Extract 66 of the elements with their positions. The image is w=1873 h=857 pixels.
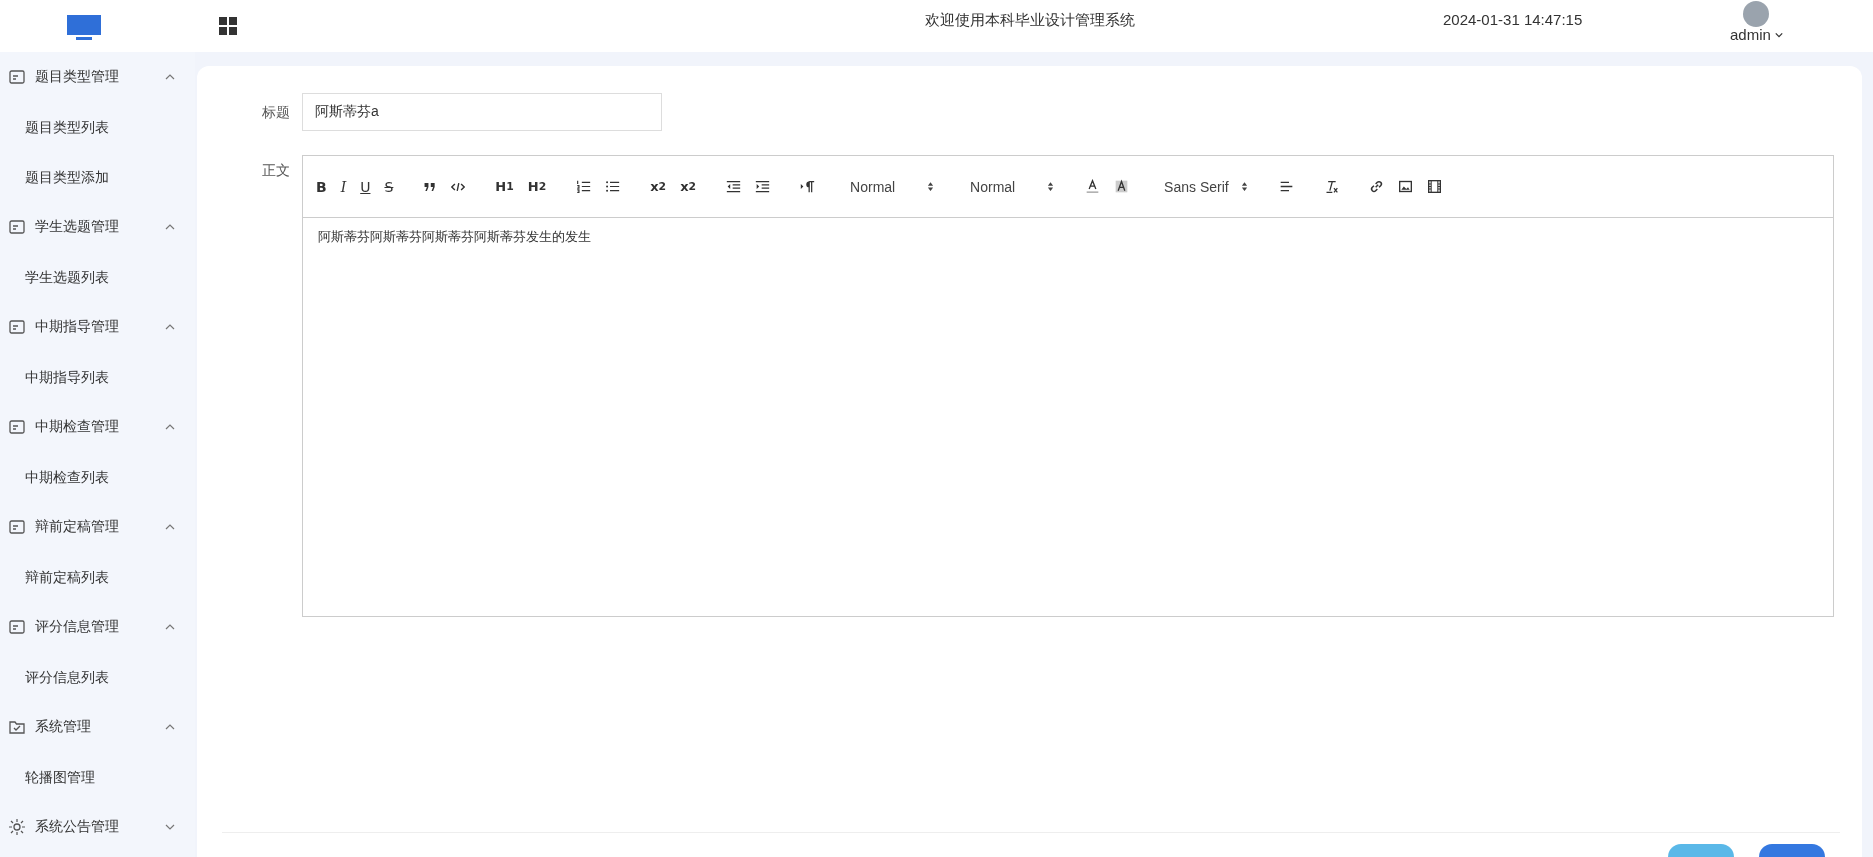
sidebar-item[interactable]: 评分信息列表 bbox=[0, 652, 195, 702]
underline-button[interactable]: U bbox=[357, 176, 374, 197]
strike-button[interactable]: S bbox=[381, 176, 397, 197]
chevron-icon bbox=[165, 824, 175, 830]
film-icon bbox=[1427, 179, 1443, 194]
format-select[interactable]: Sans Serif bbox=[1156, 178, 1253, 195]
text-direction-icon bbox=[800, 179, 816, 194]
highlight-icon bbox=[1114, 179, 1130, 194]
chevron-icon bbox=[165, 74, 175, 80]
title-input[interactable]: 阿斯蒂芬a bbox=[302, 93, 662, 131]
chevron-icon bbox=[165, 224, 175, 230]
chevron-icon bbox=[165, 624, 175, 630]
chevron-icon bbox=[165, 324, 175, 330]
field-label: 正文 bbox=[261, 161, 291, 180]
link-icon bbox=[1369, 179, 1385, 194]
field-label: 标题 bbox=[261, 103, 291, 122]
sidebar-item[interactable]: 题目类型列表 bbox=[0, 102, 195, 152]
image-icon bbox=[1398, 179, 1414, 194]
caret-icon bbox=[1774, 31, 1783, 38]
sidebar-item[interactable]: 辩前定稿列表 bbox=[0, 552, 195, 602]
sidebar-group-header[interactable]: 学生选题管理 bbox=[0, 202, 195, 252]
chevron-icon bbox=[165, 724, 175, 730]
format-select[interactable]: Normal bbox=[962, 178, 1059, 195]
sidebar-item[interactable]: 中期检查列表 bbox=[0, 452, 195, 502]
body-paragraph: 阿斯蒂芬阿斯蒂芬阿斯蒂芬阿斯蒂芬发生的发生 bbox=[318, 228, 592, 246]
bold-button[interactable]: B bbox=[313, 176, 330, 197]
italic-button[interactable]: I bbox=[337, 176, 350, 197]
card-icon bbox=[9, 420, 25, 434]
sidebar-item[interactable]: 题目类型添加 bbox=[0, 152, 195, 202]
card-icon bbox=[9, 520, 25, 534]
sidebar-group-header[interactable]: 辩前定稿管理 bbox=[0, 502, 195, 552]
card-icon bbox=[9, 220, 25, 234]
sidebar-group-header[interactable]: 系统管理 bbox=[0, 702, 195, 752]
card-icon bbox=[9, 620, 25, 634]
outdent-icon bbox=[726, 179, 742, 194]
avatar-icon[interactable] bbox=[1742, 0, 1771, 28]
sidebar-group-header[interactable]: 题目类型管理 bbox=[0, 52, 195, 102]
system-title: 欢迎使用本科毕业设计管理系统 bbox=[925, 11, 1135, 30]
sidebar-item[interactable]: 中期指导列表 bbox=[0, 352, 195, 402]
grid-menu-icon[interactable] bbox=[218, 16, 238, 36]
clear-format-icon bbox=[1324, 179, 1340, 194]
sun-icon bbox=[9, 819, 25, 835]
primary-action-button[interactable] bbox=[1759, 844, 1825, 857]
indent-icon bbox=[755, 179, 771, 194]
sort-icon bbox=[927, 181, 935, 192]
sidebar-group-header[interactable]: 中期指导管理 bbox=[0, 302, 195, 352]
card-icon bbox=[9, 70, 25, 84]
sort-icon bbox=[1047, 181, 1055, 192]
datetime: 2024-01-31 14:47:15 bbox=[1443, 11, 1583, 28]
user-menu[interactable]: admin bbox=[1730, 26, 1783, 43]
sidebar-item[interactable]: 轮播图管理 bbox=[0, 752, 195, 802]
sidebar-item[interactable]: 学生选题列表 bbox=[0, 252, 195, 302]
numbered-list-icon bbox=[576, 179, 592, 194]
sidebar-group-header[interactable]: 系统公告管理 bbox=[0, 802, 195, 852]
sidebar-group-header[interactable]: 中期检查管理 bbox=[0, 402, 195, 452]
sidebar-group-header[interactable]: 评分信息管理 bbox=[0, 602, 195, 652]
chevron-icon bbox=[165, 524, 175, 530]
sort-icon bbox=[1241, 181, 1249, 192]
bullet-list-icon bbox=[605, 179, 621, 194]
editor-content[interactable]: 阿斯蒂芬阿斯蒂芬阿斯蒂芬阿斯蒂芬发生的发生 bbox=[303, 218, 1833, 616]
chevron-icon bbox=[165, 424, 175, 430]
align-left-icon bbox=[1279, 179, 1295, 194]
format-select[interactable]: Normal bbox=[842, 178, 939, 195]
font-color-icon bbox=[1085, 179, 1101, 194]
card-icon bbox=[9, 320, 25, 334]
folder-check-icon bbox=[9, 720, 25, 734]
